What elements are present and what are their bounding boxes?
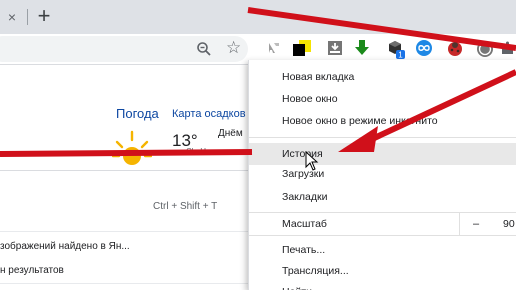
- mouse-cursor-icon: [305, 150, 319, 171]
- translate-icon[interactable]: [266, 40, 282, 56]
- menu-item-bookmarks[interactable]: Закладки: [249, 186, 516, 208]
- color-picker-icon[interactable]: [293, 40, 311, 56]
- zoom-level-value: 90: [503, 218, 515, 230]
- menu-separator: [249, 137, 516, 138]
- day-label: Днём: [218, 128, 243, 139]
- search-result-line[interactable]: н результатов: [0, 265, 64, 276]
- new-tab-button[interactable]: +: [34, 5, 54, 27]
- row-divider: [0, 283, 248, 284]
- menu-item-incognito[interactable]: Новое окно в режиме инкогнито: [249, 110, 516, 132]
- menu-item-find[interactable]: Найти...: [249, 281, 516, 290]
- bookmark-star-icon[interactable]: ☆: [226, 39, 241, 57]
- puzzle-icon[interactable]: [500, 40, 516, 56]
- reopen-tab-shortcut: Ctrl + Shift + T: [153, 201, 218, 212]
- menu-item-downloads[interactable]: Загрузки: [249, 163, 516, 185]
- zoom-icon[interactable]: [196, 41, 212, 57]
- download-ext-icon[interactable]: [327, 40, 343, 56]
- infinity-ext-icon[interactable]: [415, 40, 432, 56]
- green-arrow-icon[interactable]: [354, 40, 370, 56]
- menu-item-new-window[interactable]: Новое окно: [249, 88, 516, 110]
- section-divider: [0, 170, 248, 171]
- tab-strip: × +: [0, 0, 516, 34]
- tab-close-button[interactable]: ×: [4, 9, 20, 25]
- search-result-line[interactable]: зображений найдено в Ян...: [0, 241, 130, 252]
- menu-item-zoom: Масштаб – 90: [249, 213, 516, 235]
- weather-title-link[interactable]: Погода: [116, 106, 159, 121]
- chrome-main-menu: Новая вкладка Новое окно Новое окно в ре…: [248, 60, 516, 290]
- sun-icon: [111, 128, 153, 168]
- zoom-out-button[interactable]: –: [473, 213, 479, 235]
- weather-detail-label: Cl...H...: [186, 147, 213, 156]
- row-divider: [0, 231, 248, 232]
- whatsapp-ext-icon[interactable]: [476, 40, 493, 57]
- zoom-label: Масштаб: [282, 218, 327, 230]
- menu-item-cast[interactable]: Трансляция...: [249, 260, 516, 282]
- menu-item-new-tab[interactable]: Новая вкладка: [249, 66, 516, 88]
- tab-separator: [27, 9, 28, 25]
- rain-map-link[interactable]: Карта осадков: [172, 108, 246, 120]
- menu-item-print[interactable]: Печать...: [249, 239, 516, 261]
- menu-item-history[interactable]: История: [249, 143, 516, 165]
- extension-badge: 1: [398, 51, 403, 60]
- zoom-divider: [459, 213, 460, 235]
- cube-ext-icon[interactable]: 1: [388, 40, 405, 60]
- menu-separator: [249, 235, 516, 236]
- ladybug-ext-icon[interactable]: [446, 40, 462, 56]
